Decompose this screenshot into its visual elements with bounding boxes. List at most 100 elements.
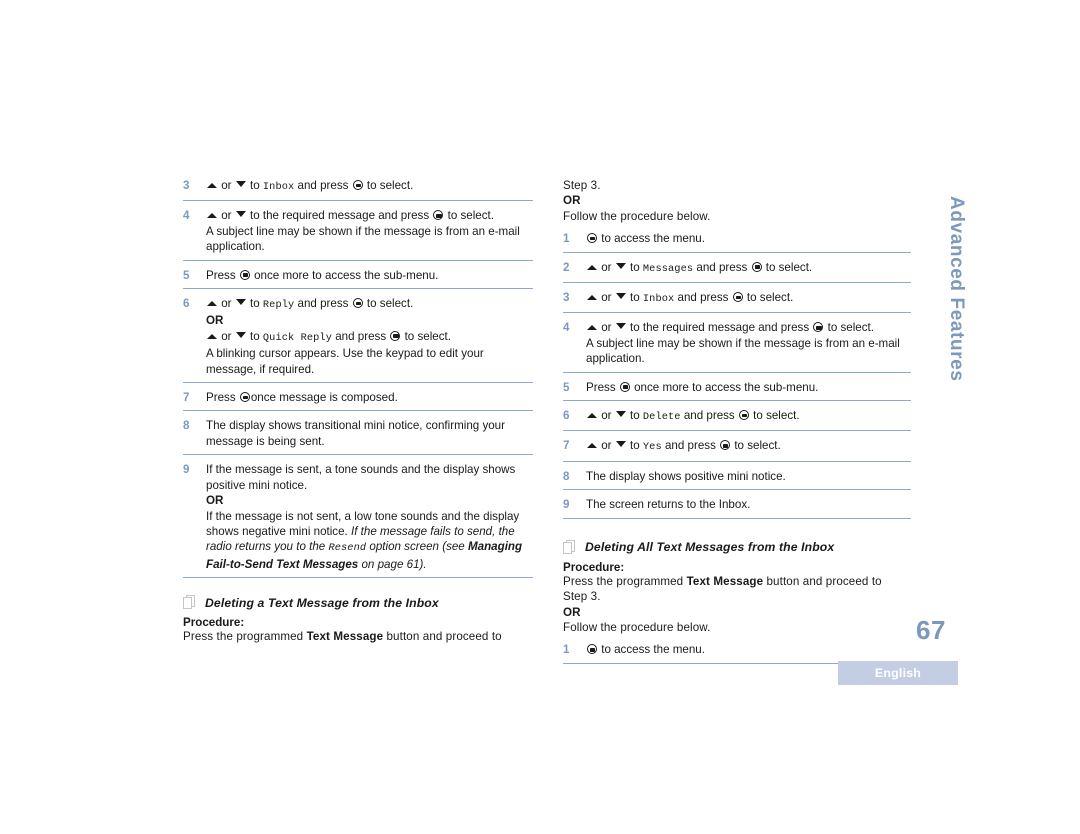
step-number: 4 (563, 321, 570, 335)
step-body: or to the required message and press to … (206, 208, 533, 259)
step-number: 6 (183, 297, 190, 311)
triangle-down-icon (615, 441, 626, 448)
step-number: 9 (183, 463, 190, 477)
step-body: to access the menu. (586, 642, 911, 662)
triangle-down-icon (615, 323, 626, 330)
page-number: 67 (916, 615, 946, 645)
text-line: Step 3. (563, 589, 911, 604)
text-run: Step 3. (563, 590, 601, 604)
text-run: to select. (731, 439, 781, 453)
right-column: Step 3. OR Follow the procedure below. 1 t… (563, 178, 911, 664)
text-run: to (626, 439, 643, 453)
text-line: A subject line may be shown if the messa… (206, 224, 533, 255)
step-body: The display shows transitional mini noti… (206, 418, 533, 454)
text-run: Press (586, 380, 619, 394)
screen-term: Reply (262, 299, 295, 312)
text-line: OR (206, 493, 533, 508)
text-run: to select. (444, 209, 494, 223)
text-run: Follow the procedure below. (563, 209, 711, 223)
text-run: and press (294, 297, 352, 311)
emphasis-text: on page 61). (358, 557, 427, 571)
language-badge: English (838, 661, 958, 685)
step-body: The display shows positive mini notice. (586, 469, 911, 489)
triangle-up-icon (207, 301, 217, 307)
text-run: A subject line may be shown if the messa… (586, 336, 900, 366)
text-run: Press the programmed (183, 630, 307, 644)
step-item: 8 The display shows transitional mini not… (183, 418, 533, 456)
menu-select-button-icon (433, 210, 444, 221)
text-line: The screen returns to the Inbox. (586, 497, 911, 512)
triangle-down-icon (615, 262, 626, 269)
step-item: 7 or to Yes and press to select. (563, 438, 911, 462)
menu-select-button-icon (732, 292, 743, 303)
step-item: 2 or to Messages and press to select. (563, 260, 911, 284)
section-title: Deleting All Text Messages from the Inbo… (585, 540, 835, 555)
step-item: 4 or to the required message and press t… (563, 320, 911, 373)
step-item: 9 If the message is sent, a tone sounds a… (183, 462, 533, 579)
text-run: or (598, 409, 615, 423)
step-body: or to Inbox and press to select. (586, 290, 911, 312)
text-run: to access the menu. (598, 643, 705, 657)
text-run: or (218, 297, 235, 311)
text-line: or to Quick Reply and press to select. (206, 329, 533, 346)
menu-select-button-icon (352, 298, 363, 309)
triangle-down-icon (235, 181, 246, 187)
text-line: or to Delete and press to select. (586, 408, 911, 425)
text-run: The screen returns to the Inbox. (586, 498, 751, 512)
text-run: to the required message and press (246, 209, 433, 223)
text-run: and press (332, 329, 390, 343)
emphasis-text: OR (563, 605, 581, 619)
triangle-down-icon (235, 211, 246, 218)
section-heading-deleting-text-message: Deleting a Text Message from the Inbox (183, 595, 533, 610)
menu-select-button-icon (751, 261, 762, 272)
step-item: 6 or to Delete and press to select. (563, 408, 911, 432)
menu-select-button-icon (587, 233, 597, 244)
procedure-intro: Press the programmed Text Message button… (183, 629, 533, 644)
emphasis-text: Text Message (686, 574, 764, 588)
step-number: 8 (183, 419, 190, 433)
text-run: to select. (401, 329, 451, 343)
text-run: to access the menu. (598, 232, 705, 246)
text-run: Step 3. (563, 179, 601, 192)
step-item: 8 The display shows positive mini notice. (563, 469, 911, 491)
emphasis-text: option screen (see (366, 540, 468, 554)
text-line: Press the programmed Text Message button… (563, 574, 911, 589)
step-item: 1 to access the menu. (563, 231, 911, 253)
emphasis-text: OR (206, 494, 224, 508)
text-run: and press (661, 439, 720, 453)
step-body: or to Inbox and press to select. (206, 178, 533, 200)
screen-term: Resend (328, 542, 367, 555)
text-line: If the message is sent, a tone sounds an… (206, 462, 533, 493)
text-run: button and proceed to (763, 574, 882, 588)
text-run: button and proceed to (383, 630, 502, 644)
menu-select-button-icon (239, 269, 250, 280)
screen-term: Delete (642, 411, 681, 424)
text-line: or to Reply and press to select. (206, 296, 533, 313)
right-lead-text: Step 3. OR Follow the procedure below. (563, 178, 911, 224)
triangle-up-icon (207, 183, 217, 188)
text-line: or to the required message and press to … (586, 320, 911, 335)
menu-select-button-icon (738, 410, 749, 421)
menu-select-button-icon (239, 392, 250, 403)
text-run: to select. (743, 291, 794, 305)
pages-icon (183, 595, 196, 610)
screen-term: Inbox (642, 293, 675, 306)
text-run: to (246, 297, 263, 311)
step-number: 6 (563, 409, 570, 423)
section-heading-deleting-all-text-messages: Deleting All Text Messages from the Inbo… (563, 539, 911, 555)
step-body: to access the menu. (586, 231, 911, 251)
triangle-down-icon (615, 411, 626, 418)
step-number: 2 (563, 260, 570, 274)
text-line: OR (563, 193, 911, 208)
text-run: to select. (363, 297, 414, 311)
text-line: Press the programmed Text Message button… (183, 629, 533, 644)
step-number: 9 (563, 498, 570, 512)
text-line: Follow the procedure below. (563, 620, 911, 635)
step-number: 3 (563, 291, 570, 305)
step-body: The screen returns to the Inbox. (586, 497, 911, 517)
menu-select-button-icon (352, 180, 363, 190)
text-run: or (218, 329, 235, 343)
step-number: 7 (183, 391, 190, 405)
text-line: Step 3. (563, 178, 911, 193)
text-line: or to Yes and press to select. (586, 438, 911, 455)
